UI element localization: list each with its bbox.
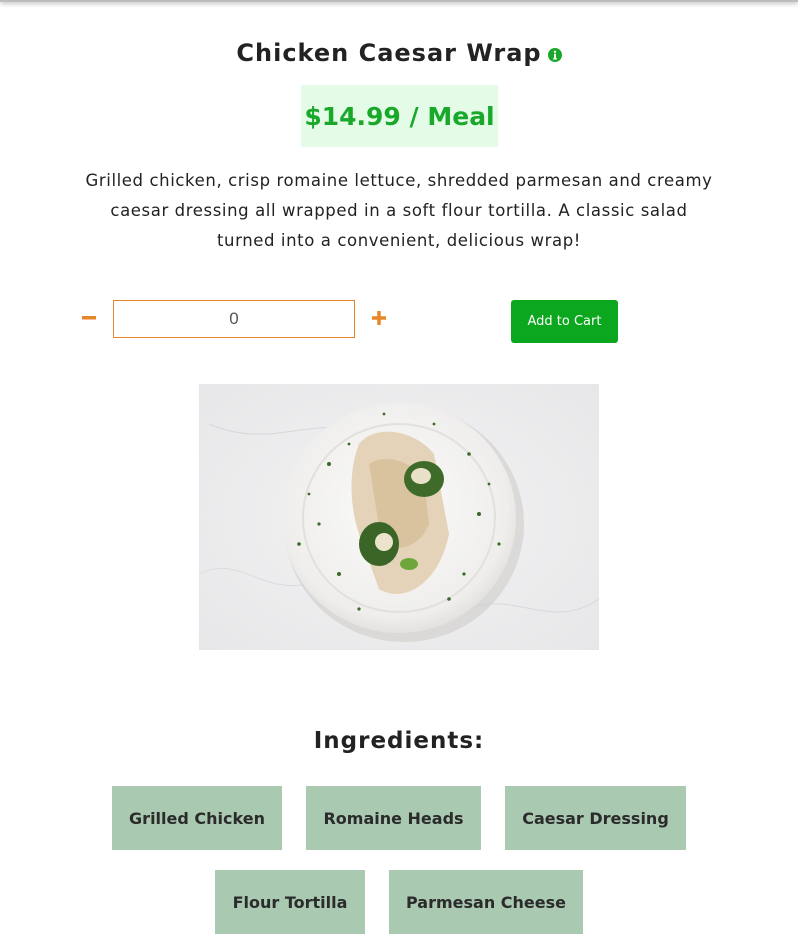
ingredient-chip-flour-tortilla[interactable]: Flour Tortilla (215, 870, 365, 934)
add-to-cart-button[interactable]: Add to Cart (511, 300, 618, 343)
plus-icon[interactable] (368, 307, 390, 329)
ingredient-chip-grilled-chicken[interactable]: Grilled Chicken (112, 786, 282, 850)
product-title: Chicken Caesar Wrap (236, 39, 542, 67)
product-title-row: Chicken Caesar Wrap (0, 36, 798, 70)
product-description: Grilled chicken, crisp romaine lettuce, … (85, 171, 713, 250)
ingredient-chip-parmesan-cheese[interactable]: Parmesan Cheese (389, 870, 583, 934)
info-icon[interactable] (547, 48, 562, 62)
minus-icon[interactable] (78, 307, 100, 329)
ingredient-chip-caesar-dressing[interactable]: Caesar Dressing (505, 786, 686, 850)
ingredient-chip-romaine-heads[interactable]: Romaine Heads (306, 786, 481, 850)
header-shadow (0, 0, 798, 2)
price-text: $14.99 / Meal (304, 101, 495, 131)
price-badge: $14.99 / Meal (301, 85, 498, 147)
product-image (199, 384, 599, 650)
quantity-input[interactable] (113, 300, 355, 338)
ingredients-heading: Ingredients: (313, 728, 485, 754)
